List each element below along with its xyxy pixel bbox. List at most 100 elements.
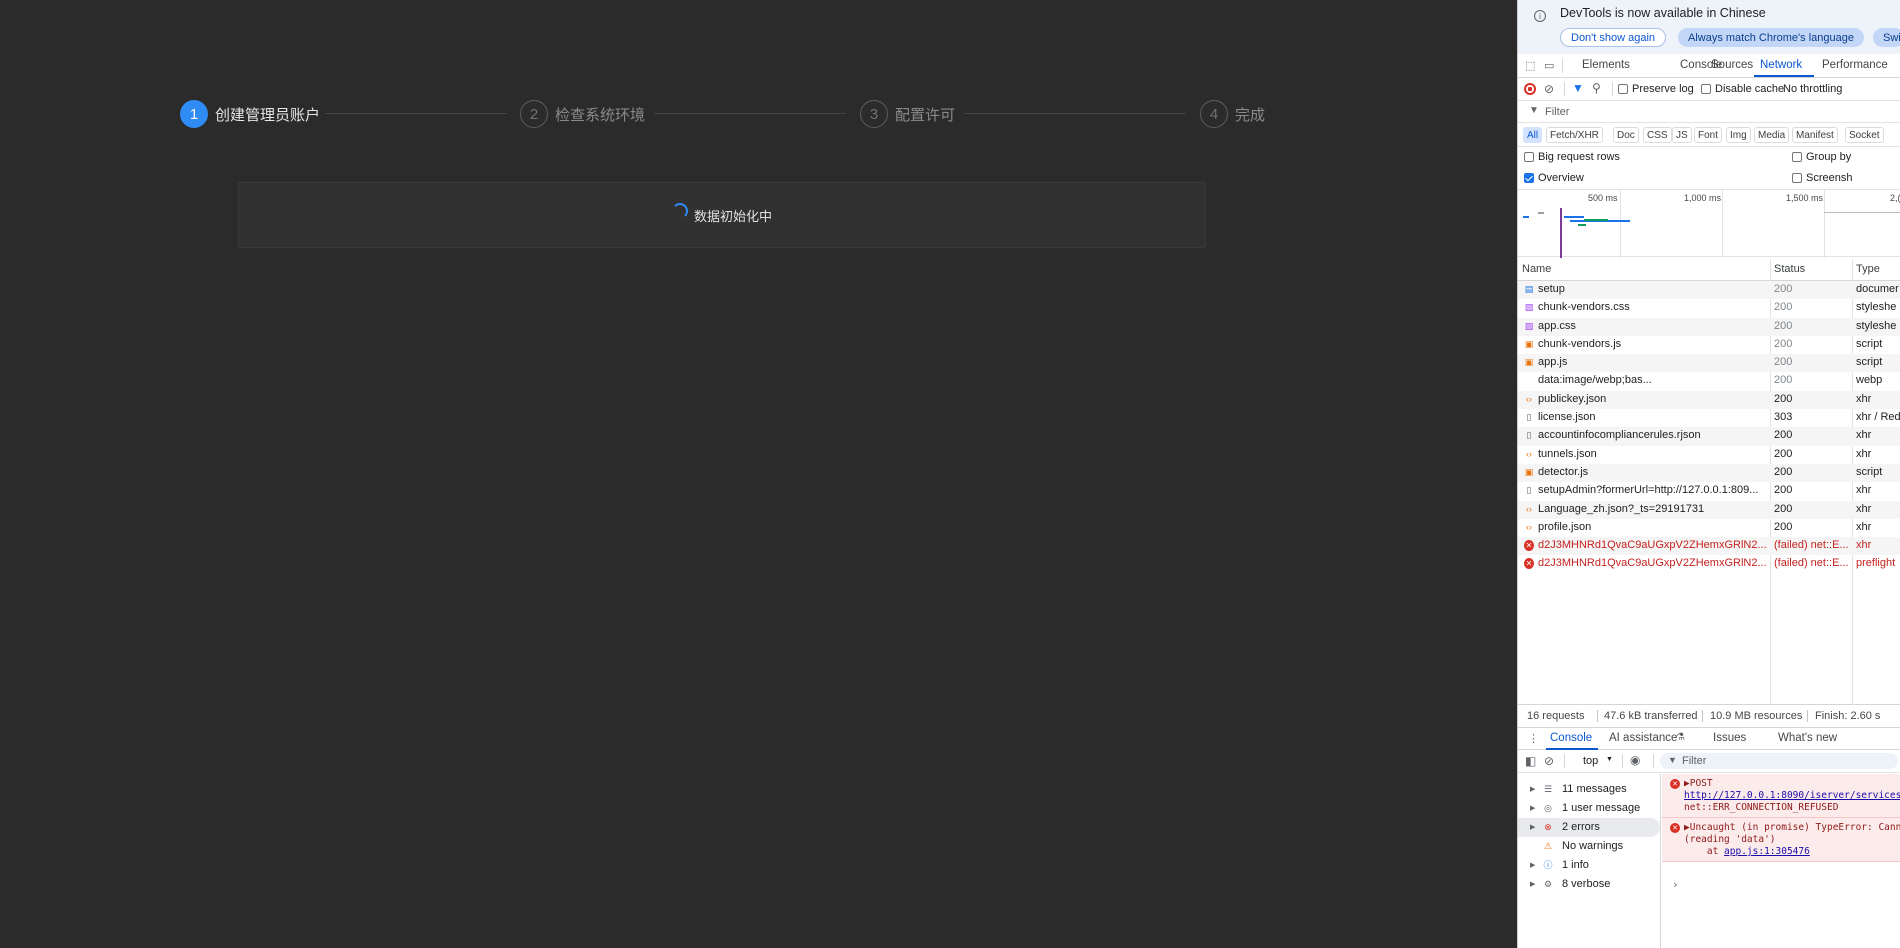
expand-arrow-icon[interactable]: ▶: [1530, 861, 1535, 869]
drawer-tab-issues[interactable]: Issues: [1713, 732, 1746, 744]
request-type: script: [1856, 337, 1883, 350]
filter-socket[interactable]: Socket: [1845, 127, 1884, 143]
context-selector[interactable]: top: [1583, 755, 1598, 767]
request-row[interactable]: ✕ d2J3MHNRd1QvaC9aUGxpV2ZHemxGRlN2... (fai…: [1518, 555, 1900, 573]
request-type: xhr: [1856, 484, 1872, 497]
expand-arrow-icon[interactable]: ▶: [1530, 804, 1535, 812]
record-icon[interactable]: [1524, 83, 1536, 95]
throttling-select[interactable]: No throttling: [1783, 83, 1842, 95]
loading-spinner-icon: [671, 203, 688, 219]
network-summary-bar: 16 requests 47.6 kB transferred 10.9 MB …: [1518, 704, 1900, 725]
request-status: 200: [1774, 356, 1793, 369]
column-type[interactable]: Type: [1856, 263, 1880, 275]
request-row[interactable]: ▯ accountinfocompliancerules.rjson 200 xhr: [1518, 427, 1900, 446]
error-icon: ⊗: [1544, 822, 1552, 832]
filter-funnel-icon: ▼: [1529, 105, 1539, 116]
request-type: xhr: [1856, 502, 1872, 515]
eye-icon[interactable]: ◉: [1630, 753, 1640, 767]
screenshots-checkbox[interactable]: [1792, 173, 1802, 183]
request-row[interactable]: ✕ d2J3MHNRd1QvaC9aUGxpV2ZHemxGRlN2... (fai…: [1518, 537, 1900, 556]
error-source-link[interactable]: app.js:1:305476: [1724, 846, 1810, 857]
drawer-tab-ai-assistance[interactable]: AI assistance: [1609, 732, 1677, 744]
js-file-icon: ▣: [1524, 338, 1534, 349]
big-rows-checkbox[interactable]: [1524, 152, 1534, 162]
inspect-element-icon[interactable]: ⬚: [1525, 59, 1539, 72]
request-type: script: [1856, 356, 1883, 369]
request-row[interactable]: ▨ app.css 200 styleshe: [1518, 317, 1900, 336]
group-by-checkbox[interactable]: [1792, 152, 1802, 162]
filter-css[interactable]: CSS: [1643, 127, 1672, 143]
filter-media[interactable]: Media: [1754, 127, 1790, 143]
tab-sources[interactable]: Sources: [1711, 59, 1753, 71]
request-row[interactable]: ▨ chunk-vendors.css 200 styleshe: [1518, 299, 1900, 317]
console-error-message[interactable]: ✕ ▶Uncaught (in promise) TypeError: Cann…: [1662, 818, 1900, 862]
request-row[interactable]: data:image/webp;bas... 200 webp: [1518, 372, 1900, 390]
drawer-menu-icon[interactable]: ⋮: [1528, 732, 1539, 745]
request-row[interactable]: ▤ setup 200 documer: [1518, 281, 1900, 300]
tab-elements[interactable]: Elements: [1582, 59, 1630, 71]
request-status: 200: [1774, 520, 1793, 533]
filter-all[interactable]: All: [1523, 127, 1543, 143]
console-messages: ✕ ▶POST http://127.0.0.1:8090/iserver/se…: [1662, 774, 1900, 948]
console-sidebar-item-info[interactable]: ▶ ⓘ 1 info: [1518, 856, 1660, 875]
sidebar-toggle-icon[interactable]: ◧: [1525, 754, 1536, 768]
console-filter-input[interactable]: ▼ Filter: [1660, 753, 1898, 769]
drawer-tab-whats-new[interactable]: What's new: [1778, 732, 1837, 744]
filter-manifest[interactable]: Manifest: [1792, 127, 1838, 143]
request-row[interactable]: ▯ setupAdmin?formerUrl=http://127.0.0.1:8…: [1518, 482, 1900, 500]
filter-fetch-xhr[interactable]: Fetch/XHR: [1546, 127, 1603, 143]
match-language-button[interactable]: Always match Chrome's language: [1678, 28, 1864, 47]
error-source-link[interactable]: http://127.0.0.1:8090/iserver/services/s…: [1684, 790, 1900, 801]
filter-input[interactable]: Filter: [1545, 106, 1569, 118]
overview-tick: 2,(: [1890, 193, 1900, 203]
request-row[interactable]: ‹› profile.json 200 xhr: [1518, 519, 1900, 537]
preserve-log-checkbox[interactable]: [1618, 84, 1628, 94]
console-error-message[interactable]: ✕ ▶POST http://127.0.0.1:8090/iserver/se…: [1662, 774, 1900, 818]
request-row[interactable]: ▯ license.json 303 xhr / Red: [1518, 409, 1900, 427]
tab-performance[interactable]: Performance: [1822, 59, 1888, 71]
none-file-icon: [1524, 375, 1534, 386]
request-row[interactable]: ▣ detector.js 200 script: [1518, 463, 1900, 483]
console-prompt[interactable]: ›: [1672, 878, 1679, 891]
request-status: 303: [1774, 411, 1793, 424]
request-row[interactable]: ▣ app.js 200 script: [1518, 354, 1900, 373]
column-status[interactable]: Status: [1774, 263, 1805, 275]
disable-cache-checkbox[interactable]: [1701, 84, 1711, 94]
notice-text: DevTools is now available in Chinese: [1560, 6, 1766, 20]
console-sidebar-label: 2 errors: [1562, 821, 1600, 833]
filter-img[interactable]: Img: [1726, 127, 1751, 143]
column-name[interactable]: Name: [1522, 263, 1551, 275]
drawer-tab-console[interactable]: Console: [1550, 732, 1592, 744]
console-sidebar-item-list[interactable]: ▶ ☰ 11 messages: [1518, 780, 1660, 799]
request-type: styleshe: [1856, 301, 1897, 314]
request-type: xhr / Red: [1856, 411, 1900, 424]
filter-icon[interactable]: ▼: [1572, 81, 1584, 95]
clear-icon[interactable]: ⊘: [1544, 82, 1554, 96]
request-row[interactable]: ▣ chunk-vendors.js 200 script: [1518, 336, 1900, 354]
filter-font[interactable]: Font: [1694, 127, 1723, 143]
request-status: 200: [1774, 502, 1793, 515]
request-row[interactable]: ‹› tunnels.json 200 xhr: [1518, 446, 1900, 464]
request-row[interactable]: ‹› Language_zh.json?_ts=29191731 200 xhr: [1518, 500, 1900, 519]
console-sidebar-item-user[interactable]: ▶ ◎ 1 user message: [1518, 799, 1660, 818]
network-toolbar: ⊘ ▼ ⚲ Preserve log Disable cache No thro…: [1518, 78, 1900, 101]
json-file-icon: ‹›: [1526, 503, 1532, 514]
tab-network[interactable]: Network: [1760, 59, 1802, 71]
switch-language-button[interactable]: Swit: [1873, 28, 1900, 47]
console-sidebar-label: No warnings: [1562, 840, 1624, 852]
request-row[interactable]: ‹› publickey.json 200 xhr: [1518, 390, 1900, 410]
search-icon[interactable]: ⚲: [1592, 81, 1601, 95]
expand-arrow-icon[interactable]: ▶: [1530, 823, 1535, 831]
dont-show-again-button[interactable]: Don't show again: [1560, 28, 1667, 47]
filter-js[interactable]: JS: [1672, 127, 1692, 143]
expand-arrow-icon[interactable]: ▶: [1530, 785, 1535, 793]
console-sidebar-item-warning[interactable]: ⚠ No warnings: [1518, 837, 1660, 856]
console-sidebar-item-verbose[interactable]: ▶ ⚙ 8 verbose: [1518, 875, 1660, 894]
filter-doc[interactable]: Doc: [1613, 127, 1639, 143]
clear-console-icon[interactable]: ⊘: [1544, 754, 1554, 768]
overview-checkbox[interactable]: [1524, 173, 1534, 183]
console-sidebar-item-error[interactable]: ▶ ⊗ 2 errors: [1518, 818, 1660, 837]
request-name: app.js: [1538, 356, 1568, 369]
expand-arrow-icon[interactable]: ▶: [1530, 880, 1535, 888]
device-toolbar-icon[interactable]: ▭: [1544, 59, 1558, 72]
